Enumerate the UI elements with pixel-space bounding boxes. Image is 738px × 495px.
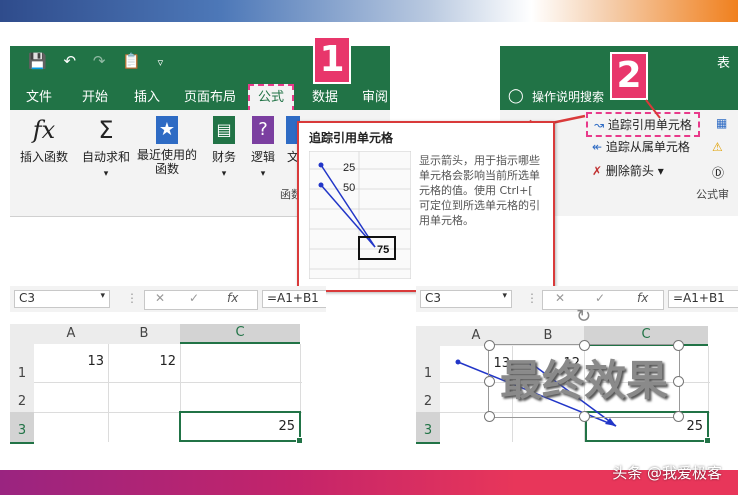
column-header-c[interactable]: C xyxy=(180,324,300,344)
formula-bar-left: C3 ▾ ⋮ ✕ ✓ fx =A1+B1 xyxy=(10,286,326,312)
select-all-corner[interactable] xyxy=(10,324,34,344)
gridline xyxy=(34,382,302,383)
formula-input-left[interactable]: =A1+B1 xyxy=(262,290,326,308)
resize-handle[interactable] xyxy=(579,411,590,422)
resize-handle[interactable] xyxy=(579,340,590,351)
row-header-3[interactable]: 3 xyxy=(10,412,34,444)
resize-handle[interactable] xyxy=(484,411,495,422)
tooltip-title: 追踪引用单元格 xyxy=(309,131,394,145)
more-options-icon: ⋮ xyxy=(126,291,138,305)
formula-buttons-left: ✕ ✓ fx xyxy=(144,290,258,310)
wordart-textbox[interactable]: 最终效果 xyxy=(484,340,684,422)
column-header-b[interactable]: B xyxy=(108,324,180,344)
arrow-origin-a1 xyxy=(455,359,461,365)
row-header-2[interactable]: 2 xyxy=(10,382,34,412)
resize-handle[interactable] xyxy=(484,340,495,351)
column-header-a[interactable]: A xyxy=(34,324,108,344)
tooltip-preview-image: 25 50 75 xyxy=(309,151,411,279)
cell-c3-value: 25 xyxy=(278,419,295,434)
cancel-icon[interactable]: ✕ xyxy=(155,291,165,305)
resize-handle[interactable] xyxy=(673,411,684,422)
right-spreadsheet: C3 ▾ ⋮ ✕ ✓ fx =A1+B1 A B C 1 2 3 13 12 25… xyxy=(416,286,738,444)
resize-handle[interactable] xyxy=(484,376,495,387)
tooltip-description: 显示箭头，用于指示哪些单元格会影响当前所选单元格的值。使用 Ctrl+[ 可定位… xyxy=(419,154,540,227)
resize-handle[interactable] xyxy=(673,340,684,351)
rotate-handle-icon[interactable]: ↻ xyxy=(576,306,591,327)
preview-value-50: 50 xyxy=(343,182,355,194)
row-header-1[interactable]: 1 xyxy=(10,344,34,382)
watermark-text: 头条 @我爱极客 xyxy=(612,464,722,482)
cell-b1[interactable]: 12 xyxy=(108,354,176,369)
selected-cell-c3[interactable]: 25 xyxy=(179,411,303,444)
left-spreadsheet: C3 ▾ ⋮ ✕ ✓ fx =A1+B1 A B C 1 2 3 13 12 25 xyxy=(10,286,326,444)
insert-function-icon[interactable]: fx xyxy=(227,291,238,305)
cell-a1[interactable]: 13 xyxy=(34,354,104,369)
name-box-left-value: C3 xyxy=(19,291,36,305)
trace-precedents-tooltip: 追踪引用单元格 25 50 75 显示箭头，用于指示哪些单元格会影响当前所选单元… xyxy=(297,121,555,292)
badge2-leader-line xyxy=(645,99,661,119)
wordart-text: 最终效果 xyxy=(499,356,668,405)
name-box-left[interactable]: C3 ▾ xyxy=(14,290,110,308)
preview-value-75: 75 xyxy=(377,244,389,256)
preview-value-25: 25 xyxy=(343,162,355,174)
enter-icon[interactable]: ✓ xyxy=(189,291,199,305)
resize-handle[interactable] xyxy=(673,376,684,387)
